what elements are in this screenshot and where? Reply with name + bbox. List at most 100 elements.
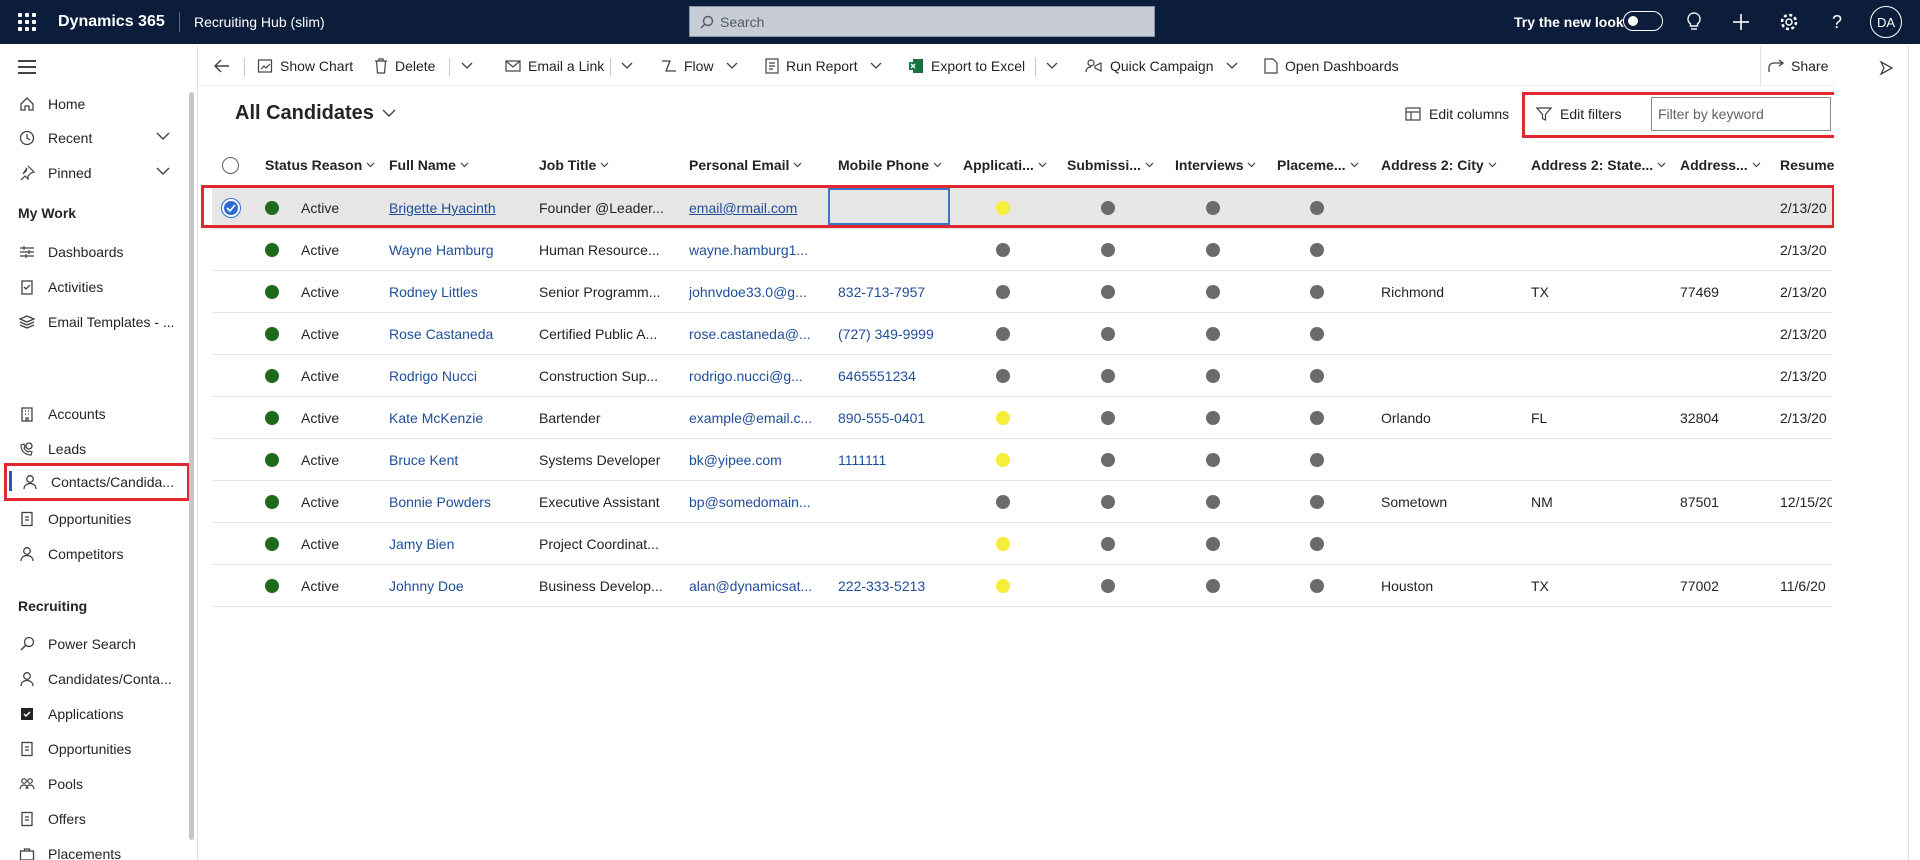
help-icon[interactable]: ? <box>1826 11 1848 33</box>
column-header-placements[interactable]: Placeme... <box>1277 148 1359 182</box>
chevron-down-icon[interactable] <box>156 166 170 176</box>
cell-mobile-phone[interactable]: 832-713-7957 <box>838 271 958 313</box>
table-row[interactable]: Active Johnny Doe Business Develop... al… <box>212 565 1832 607</box>
run-report-button[interactable]: Run Report <box>765 46 858 86</box>
sidebar-scrollbar[interactable] <box>189 92 194 840</box>
column-header-job-title[interactable]: Job Title <box>539 148 609 182</box>
cell-email[interactable]: example@email.c... <box>689 397 834 439</box>
show-chart-button[interactable]: Show Chart <box>257 46 353 86</box>
table-row[interactable]: Active Kate McKenzie Bartender example@e… <box>212 397 1832 439</box>
open-dashboards-button[interactable]: Open Dashboards <box>1264 46 1399 86</box>
chevron-down-icon[interactable] <box>156 131 170 141</box>
column-header-full-name[interactable]: Full Name <box>389 148 469 182</box>
lightbulb-icon[interactable] <box>1683 11 1705 33</box>
email-link-button[interactable]: Email a Link <box>505 46 604 86</box>
cell-full-name[interactable]: Rodney Littles <box>389 271 534 313</box>
cell-email[interactable]: bp@somedomain... <box>689 481 834 523</box>
delete-button[interactable]: Delete <box>374 46 435 86</box>
cell-email[interactable]: rodrigo.nucci@g... <box>689 355 834 397</box>
chevron-down-icon[interactable] <box>1046 62 1058 70</box>
column-header-applications[interactable]: Applicati... <box>963 148 1047 182</box>
table-row[interactable]: Active Rodrigo Nucci Construction Sup...… <box>212 355 1832 397</box>
module-name[interactable]: Recruiting Hub (slim) <box>194 14 325 30</box>
flow-button[interactable]: Flow <box>661 46 714 86</box>
column-header-interviews[interactable]: Interviews <box>1175 148 1256 182</box>
cell-full-name[interactable]: Rodrigo Nucci <box>389 355 534 397</box>
chevron-down-icon[interactable] <box>726 62 738 70</box>
table-row[interactable]: Active Bonnie Powders Executive Assistan… <box>212 481 1832 523</box>
new-look-toggle[interactable] <box>1623 11 1663 31</box>
quick-campaign-button[interactable]: Quick Campaign <box>1085 46 1214 86</box>
app-launcher-icon[interactable] <box>18 13 36 31</box>
column-header-personal-email[interactable]: Personal Email <box>689 148 802 182</box>
nav-offers[interactable]: Offers <box>4 803 190 835</box>
cell-email[interactable]: bk@yipee.com <box>689 439 834 481</box>
cell-mobile-phone[interactable] <box>838 229 958 271</box>
nav-candidates-contacts[interactable]: Candidates/Conta... <box>4 663 190 695</box>
nav-activities[interactable]: Activities <box>4 271 190 303</box>
back-button[interactable] <box>214 46 237 86</box>
cell-email[interactable]: rose.castaneda@... <box>689 313 834 355</box>
copilot-icon[interactable] <box>1876 58 1896 78</box>
cell-full-name[interactable]: Bruce Kent <box>389 439 534 481</box>
nav-pools[interactable]: Pools <box>4 768 190 800</box>
nav-dashboards[interactable]: Dashboards <box>4 236 190 268</box>
nav-accounts[interactable]: Accounts <box>4 398 190 430</box>
table-row[interactable]: Active Bruce Kent Systems Developer bk@y… <box>212 439 1832 481</box>
cell-full-name[interactable]: Johnny Doe <box>389 565 534 607</box>
cell-email[interactable]: johnvdoe33.0@g... <box>689 271 834 313</box>
hamburger-menu-icon[interactable] <box>18 60 36 74</box>
cell-email[interactable]: wayne.hamburg1... <box>689 229 834 271</box>
table-row[interactable]: Active Rose Castaneda Certified Public A… <box>212 313 1832 355</box>
cell-full-name[interactable]: Rose Castaneda <box>389 313 534 355</box>
plus-icon[interactable] <box>1730 11 1752 33</box>
column-header-mobile-phone[interactable]: Mobile Phone <box>838 148 942 182</box>
nav-contacts-candidates[interactable]: Contacts/Candida... <box>4 463 190 501</box>
column-header-state[interactable]: Address 2: State... <box>1531 148 1666 182</box>
cell-full-name[interactable]: Jamy Bien <box>389 523 534 565</box>
chevron-down-icon[interactable] <box>870 62 882 70</box>
table-row[interactable]: Active Rodney Littles Senior Programm...… <box>212 271 1832 313</box>
column-header-status-reason[interactable]: Status Reason <box>265 148 375 182</box>
table-row[interactable]: Active Jamy Bien Project Coordinat... <box>212 523 1832 565</box>
cell-full-name[interactable]: Wayne Hamburg <box>389 229 534 271</box>
edit-columns-button[interactable]: Edit columns <box>1405 106 1509 122</box>
nav-competitors[interactable]: Competitors <box>4 538 190 570</box>
cell-mobile-phone[interactable]: 890-555-0401 <box>838 397 958 439</box>
table-row[interactable]: Active Wayne Hamburg Human Resource... w… <box>212 229 1832 271</box>
cell-mobile-phone[interactable]: (727) 349-9999 <box>838 313 958 355</box>
column-header-submissions[interactable]: Submissi... <box>1067 148 1154 182</box>
nav-email-templates[interactable]: Email Templates - ... <box>4 306 190 338</box>
view-selector[interactable]: All Candidates <box>235 102 396 125</box>
column-header-city[interactable]: Address 2: City <box>1381 148 1497 182</box>
chevron-down-icon[interactable] <box>1226 62 1238 70</box>
export-excel-button[interactable]: Export to Excel <box>908 46 1025 86</box>
edit-filters-button[interactable]: Edit filters <box>1536 106 1621 122</box>
nav-recruiting-opportunities[interactable]: Opportunities <box>4 733 190 765</box>
global-search-box[interactable]: Search <box>689 6 1155 37</box>
nav-placements[interactable]: Placements <box>4 838 190 860</box>
user-avatar[interactable]: DA <box>1870 6 1902 38</box>
nav-power-search[interactable]: Power Search <box>4 628 190 660</box>
nav-opportunities[interactable]: Opportunities <box>4 503 190 535</box>
gear-icon[interactable] <box>1778 11 1800 33</box>
cell-email[interactable] <box>689 523 834 565</box>
nav-pinned[interactable]: Pinned <box>4 157 190 189</box>
cell-full-name[interactable]: Bonnie Powders <box>389 481 534 523</box>
chevron-down-icon[interactable] <box>461 62 473 70</box>
app-name[interactable]: Dynamics 365 <box>58 13 165 31</box>
nav-leads[interactable]: Leads <box>4 433 190 465</box>
chevron-down-icon[interactable] <box>621 62 633 70</box>
nav-home[interactable]: Home <box>4 88 190 120</box>
cell-mobile-phone[interactable]: 222-333-5213 <box>838 565 958 607</box>
cell-mobile-phone[interactable] <box>838 481 958 523</box>
cell-mobile-phone[interactable]: 6465551234 <box>838 355 958 397</box>
column-header-resume[interactable]: Resume <box>1780 148 1834 182</box>
cell-email[interactable]: alan@dynamicsat... <box>689 565 834 607</box>
cell-mobile-phone[interactable]: 1111111 <box>838 439 958 481</box>
column-header-address[interactable]: Address... <box>1680 148 1761 182</box>
filter-keyword-input[interactable] <box>1651 97 1831 131</box>
nav-recent[interactable]: Recent <box>4 122 190 154</box>
cell-full-name[interactable]: Kate McKenzie <box>389 397 534 439</box>
cell-mobile-phone[interactable] <box>838 523 958 565</box>
